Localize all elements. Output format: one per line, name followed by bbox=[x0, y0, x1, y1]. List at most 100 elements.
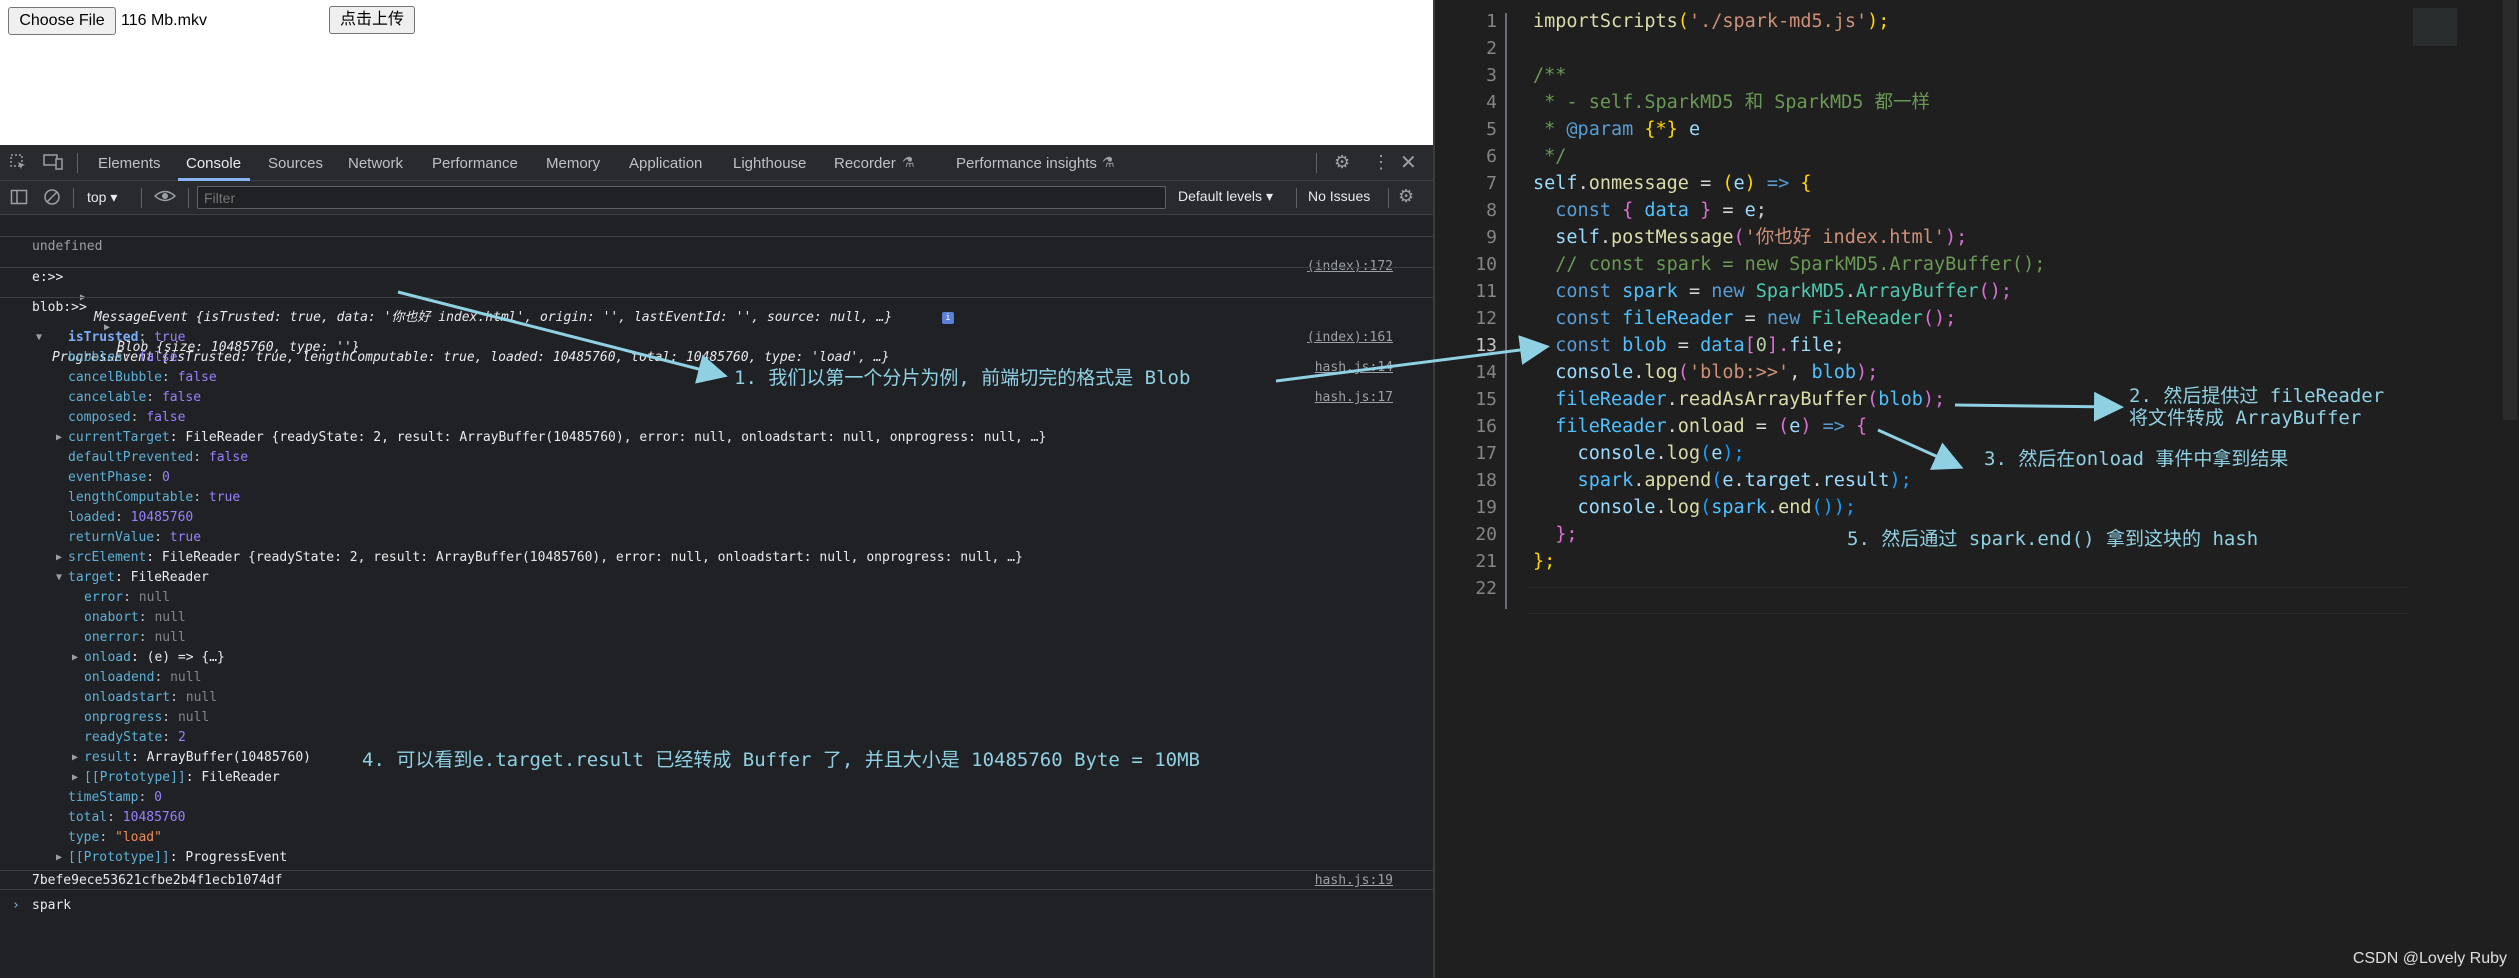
property-value: true bbox=[169, 530, 202, 545]
code-token: ( bbox=[1711, 470, 1723, 491]
property-key: loaded bbox=[68, 510, 115, 525]
annotation-5: 5. 然后通过 spark.end() 拿到这块的 hash bbox=[1847, 528, 2259, 550]
code-line-7[interactable]: self.onmessage = (e) => { bbox=[1533, 170, 1812, 197]
tab-elements[interactable]: Elements bbox=[98, 155, 161, 172]
more-icon[interactable]: ⋮ bbox=[1372, 152, 1390, 173]
expandable-row[interactable]: ▶ onload: (e) => {…} bbox=[0, 648, 1433, 668]
divider bbox=[1388, 188, 1389, 208]
code-token: spark bbox=[1622, 281, 1678, 302]
code-line-16[interactable]: fileReader.onload = (e) => { bbox=[1533, 413, 1867, 440]
collapse-triangle-icon[interactable]: ▼ bbox=[56, 568, 62, 588]
code-token: . bbox=[1844, 281, 1857, 302]
choose-file-button[interactable]: Choose File bbox=[8, 7, 116, 35]
context-select[interactable]: top ▾ bbox=[87, 189, 117, 206]
code-token: data bbox=[1644, 200, 1689, 221]
sidebar-icon[interactable] bbox=[10, 188, 28, 209]
minimap[interactable] bbox=[2413, 8, 2457, 46]
code-token: ( bbox=[1677, 11, 1689, 32]
code-token: (); bbox=[1922, 308, 1957, 329]
line-number: 3 bbox=[1486, 65, 1497, 86]
expand-triangle-icon[interactable]: ▶ bbox=[72, 648, 78, 668]
line-number: 12 bbox=[1475, 308, 1497, 329]
tab-recorder[interactable]: Recorder bbox=[834, 155, 896, 172]
code-token: . bbox=[1655, 497, 1667, 518]
expand-triangle-icon[interactable]: ▶ bbox=[56, 428, 62, 448]
code-line-21[interactable]: }; bbox=[1533, 548, 1555, 575]
property-value: 0 bbox=[161, 470, 170, 485]
expand-triangle-icon[interactable]: ▶ bbox=[72, 748, 78, 768]
line-number: 16 bbox=[1475, 416, 1497, 437]
property-row: onabort: null bbox=[84, 610, 186, 625]
expand-triangle-icon[interactable]: ▶ bbox=[56, 848, 62, 868]
code-line-1[interactable]: importScripts('./spark-md5.js'); bbox=[1533, 8, 1889, 35]
code-line-6[interactable]: */ bbox=[1533, 143, 1566, 170]
code-token: append bbox=[1644, 470, 1712, 491]
code-token: /** bbox=[1533, 65, 1567, 86]
source-link[interactable]: hash.js:19 bbox=[1315, 871, 1393, 891]
property-value: 10485760 bbox=[130, 510, 194, 525]
log-levels-select[interactable]: Default levels ▾ bbox=[1178, 188, 1273, 205]
line-number: 20 bbox=[1475, 524, 1497, 545]
code-token: readAsArrayBuffer bbox=[1677, 389, 1868, 410]
tab-console[interactable]: Console bbox=[186, 155, 241, 172]
code-line-3[interactable]: /** bbox=[1533, 62, 1566, 89]
tab-memory[interactable]: Memory bbox=[546, 155, 600, 172]
code-line-18[interactable]: spark.append(e.target.result); bbox=[1533, 467, 1912, 494]
code-line-17[interactable]: console.log(e); bbox=[1533, 440, 1745, 467]
code-line-9[interactable]: self.postMessage('你也好 index.html'); bbox=[1533, 224, 1967, 251]
console-line: undefined (index):172 bbox=[0, 217, 1433, 274]
eye-icon[interactable] bbox=[153, 187, 177, 208]
line-number: 15 bbox=[1475, 389, 1497, 410]
tab-performance[interactable]: Performance bbox=[432, 155, 518, 172]
close-icon[interactable]: ✕ bbox=[1400, 150, 1417, 175]
expandable-row[interactable]: ▶ srcElement: FileReader {readyState: 2, … bbox=[0, 548, 1433, 568]
console-prompt[interactable]: › spark bbox=[0, 896, 1433, 916]
code-line-13[interactable]: const blob = data[0].file; bbox=[1533, 332, 1845, 359]
editor-scrollbar[interactable] bbox=[2503, 0, 2517, 420]
inspect-icon[interactable] bbox=[9, 153, 27, 176]
code-token: = bbox=[1733, 308, 1767, 329]
line-number: 22 bbox=[1475, 578, 1497, 599]
code-line-10[interactable]: // const spark = new SparkMD5.ArrayBuffe… bbox=[1533, 251, 2045, 278]
code-token: new bbox=[1711, 281, 1756, 302]
prompt-input[interactable]: spark bbox=[32, 896, 71, 916]
code-token: ) bbox=[1800, 416, 1812, 437]
property-value: 0 bbox=[154, 790, 162, 805]
property-key: onerror bbox=[84, 630, 139, 645]
expandable-row[interactable]: ▶ [[Prototype]]: ProgressEvent bbox=[0, 848, 1433, 868]
issues-button[interactable]: No Issues bbox=[1308, 188, 1370, 204]
console-settings-gear-icon[interactable]: ⚙ bbox=[1398, 186, 1414, 207]
property-key: cancelable bbox=[68, 390, 147, 405]
gear-icon[interactable]: ⚙ bbox=[1334, 152, 1350, 173]
code-line-15[interactable]: fileReader.readAsArrayBuffer(blob); bbox=[1533, 386, 1945, 413]
property-key: eventPhase bbox=[68, 470, 147, 485]
upload-button[interactable]: 点击上传 bbox=[329, 6, 415, 34]
expand-triangle-icon[interactable]: ▶ bbox=[72, 768, 78, 788]
expand-triangle-icon[interactable]: ▶ bbox=[56, 548, 62, 568]
code-line-4[interactable]: * - self.SparkMD5 和 SparkMD5 都一样 bbox=[1533, 89, 1930, 116]
tab-performance-insights[interactable]: Performance insights bbox=[956, 155, 1097, 172]
code-line-12[interactable]: const fileReader = new FileReader(); bbox=[1533, 305, 1956, 332]
expandable-row[interactable]: ▼ target: FileReader bbox=[0, 568, 1433, 588]
tab-lighthouse[interactable]: Lighthouse bbox=[733, 155, 806, 172]
tab-application[interactable]: Application bbox=[629, 155, 702, 172]
filter-input[interactable] bbox=[197, 186, 1166, 209]
property-value: false bbox=[161, 390, 202, 405]
code-line-14[interactable]: console.log('blob:>>', blob); bbox=[1533, 359, 1878, 386]
info-icon[interactable]: i bbox=[942, 312, 954, 324]
code-line-11[interactable]: const spark = new SparkMD5.ArrayBuffer()… bbox=[1533, 278, 2012, 305]
code-line-19[interactable]: console.log(spark.end()); bbox=[1533, 494, 1857, 521]
divider bbox=[1296, 188, 1297, 208]
tab-sources[interactable]: Sources bbox=[268, 155, 323, 172]
expandable-row[interactable]: ▶ currentTarget: FileReader {readyState: … bbox=[0, 428, 1433, 448]
annotation-2-line2: 将文件转成 ArrayBuffer bbox=[2129, 407, 2362, 429]
tab-network[interactable]: Network bbox=[348, 155, 403, 172]
clear-console-icon[interactable] bbox=[43, 188, 61, 209]
code-line-8[interactable]: const { data } = e; bbox=[1533, 197, 1767, 224]
property-value: : ProgressEvent bbox=[169, 850, 288, 865]
code-line-5[interactable]: * @param {*} e bbox=[1533, 116, 1700, 143]
code-line-20[interactable]: }; bbox=[1533, 521, 1577, 548]
console-line: blob:>> ▶ Blob {size: 10485760, type: ''… bbox=[0, 278, 1433, 375]
device-toolbar-icon[interactable] bbox=[43, 153, 63, 176]
code-token: 'blob:>>' bbox=[1688, 362, 1790, 383]
